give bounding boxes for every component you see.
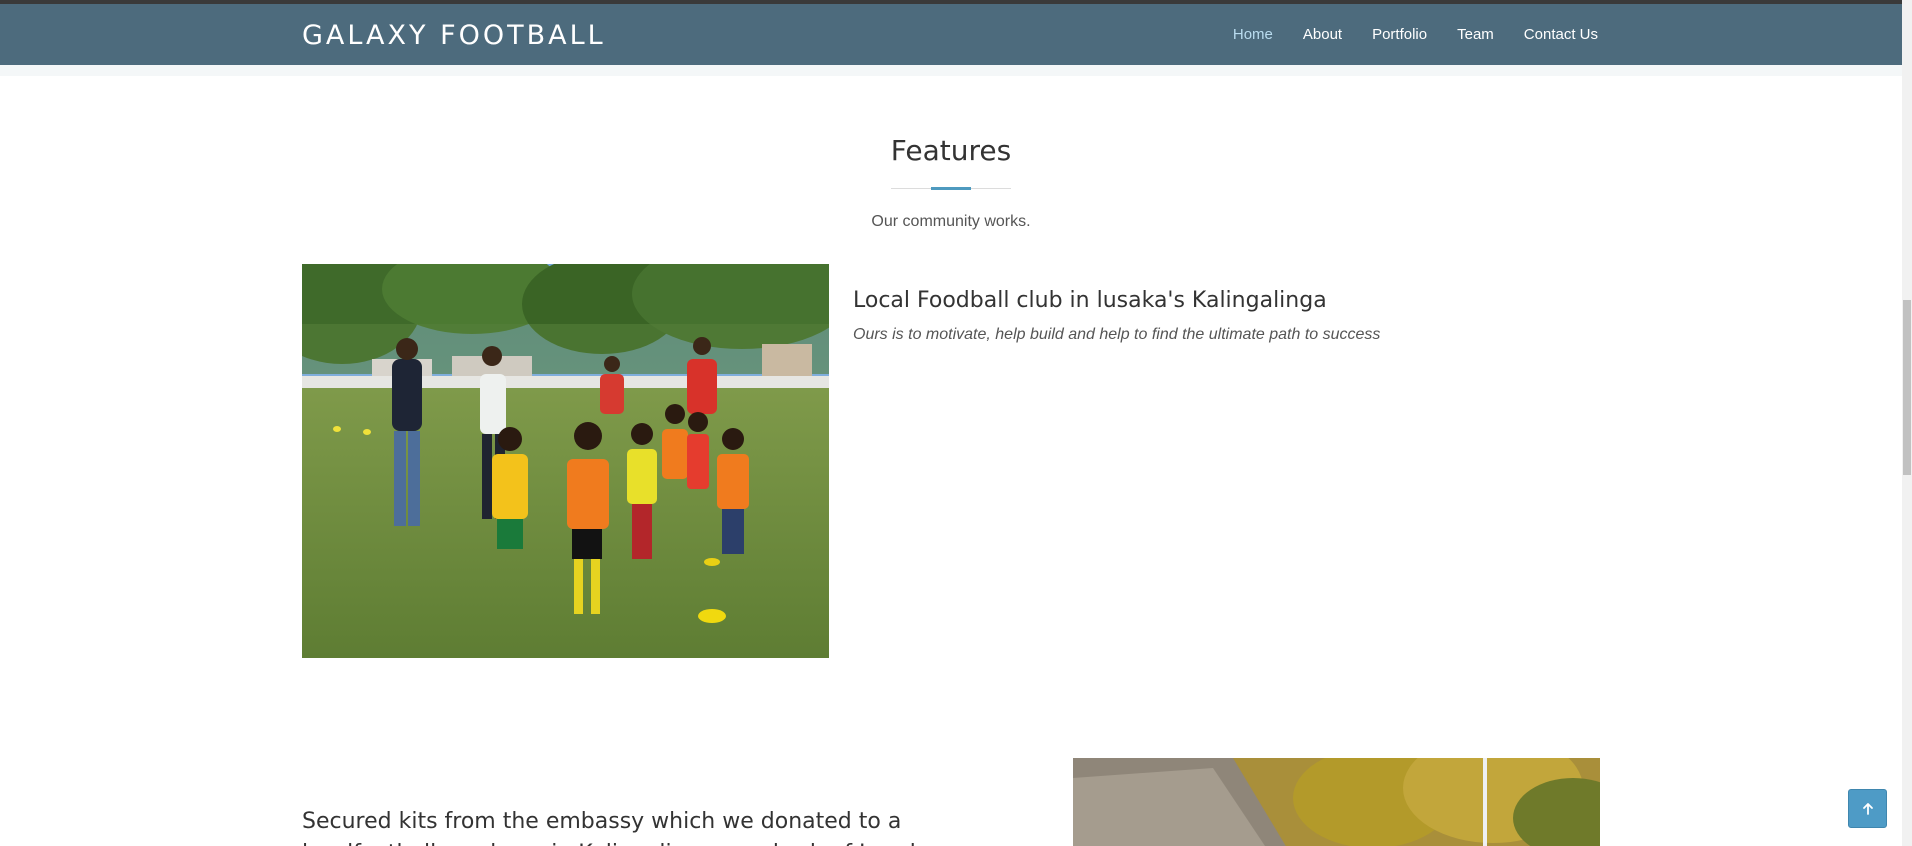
back-to-top-button[interactable] [1848,789,1887,828]
section-subtitle: Our community works. [871,213,1031,230]
nav-links: Home About Portfolio Team Contact Us [1233,26,1598,43]
nav-link-home[interactable]: Home [1233,26,1273,43]
feature-title-1: Local Foodball club in lusaka's Kalingal… [853,288,1327,313]
navbar-underlay [0,65,1902,76]
title-divider-accent [931,187,971,190]
nav-link-about[interactable]: About [1303,26,1342,43]
brand-logo[interactable]: GALAXY FOOTBALL [302,20,606,51]
navbar: GALAXY FOOTBALL Home About Portfolio Tea… [0,4,1902,65]
nav-link-portfolio[interactable]: Portfolio [1372,26,1427,43]
scrollbar-thumb[interactable] [1903,300,1911,475]
feature-image-thatched-roof-trees [1073,758,1600,846]
page-scrollbar[interactable] [1902,0,1912,846]
arrow-up-icon [1862,802,1873,815]
feature-image-coach-with-children [302,264,829,658]
feature-text-1: Ours is to motivate, help build and help… [853,326,1381,343]
nav-link-contact[interactable]: Contact Us [1524,26,1598,43]
nav-link-team[interactable]: Team [1457,26,1494,43]
feature-title-2: Secured kits from the embassy which we d… [302,809,936,846]
section-title: Features [890,134,1012,167]
